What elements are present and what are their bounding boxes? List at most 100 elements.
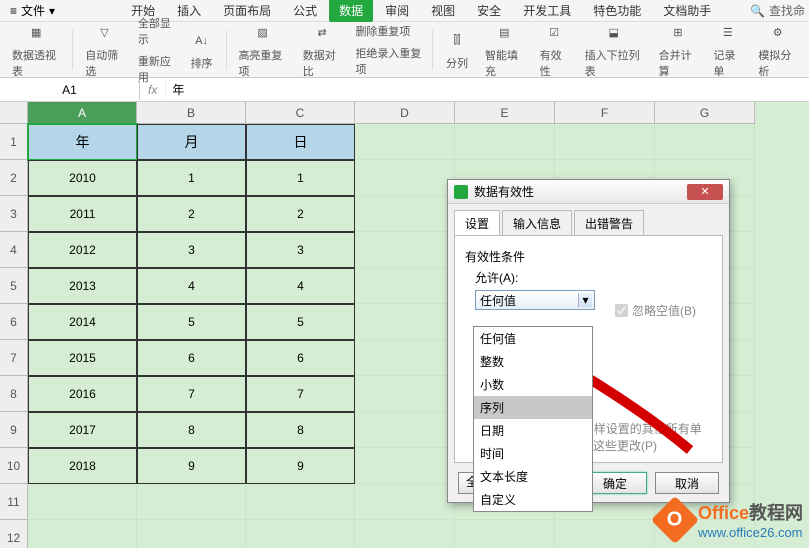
dialog-tab-0[interactable]: 设置	[454, 210, 500, 236]
cell-A1[interactable]: 年	[28, 124, 137, 160]
row-header-6[interactable]: 6	[0, 304, 28, 340]
cell-D3[interactable]	[355, 196, 455, 232]
cell-C3[interactable]: 2	[246, 196, 355, 232]
cell-B10[interactable]: 9	[137, 448, 246, 484]
validity-button[interactable]: ☑ 有效性	[534, 21, 575, 79]
cell-A11[interactable]	[28, 484, 137, 520]
delete-duplicates-button[interactable]: 删除重复项	[351, 21, 426, 41]
cell-D10[interactable]	[355, 448, 455, 484]
row-header-10[interactable]: 10	[0, 448, 28, 484]
ribbon-tab-6[interactable]: 视图	[421, 0, 465, 22]
cell-D9[interactable]	[355, 412, 455, 448]
column-header-E[interactable]: E	[455, 102, 555, 124]
allow-option-2[interactable]: 小数	[474, 373, 592, 396]
cell-B9[interactable]: 8	[137, 412, 246, 448]
cell-A6[interactable]: 2014	[28, 304, 137, 340]
cell-C12[interactable]	[246, 520, 355, 548]
cell-F12[interactable]	[555, 520, 655, 548]
allow-option-4[interactable]: 日期	[474, 419, 592, 442]
cell-C10[interactable]: 9	[246, 448, 355, 484]
cell-B11[interactable]	[137, 484, 246, 520]
highlight-duplicates-button[interactable]: ▧ 高亮重复项	[232, 21, 292, 79]
cell-B12[interactable]	[137, 520, 246, 548]
allow-option-5[interactable]: 时间	[474, 442, 592, 465]
row-header-11[interactable]: 11	[0, 484, 28, 520]
cell-A10[interactable]: 2018	[28, 448, 137, 484]
cell-B7[interactable]: 6	[137, 340, 246, 376]
row-header-2[interactable]: 2	[0, 160, 28, 196]
column-header-A[interactable]: A	[28, 102, 137, 124]
cell-D2[interactable]	[355, 160, 455, 196]
smart-fill-button[interactable]: ▤ 智能填充	[479, 21, 530, 79]
ribbon-tab-3[interactable]: 公式	[283, 0, 327, 22]
column-header-F[interactable]: F	[555, 102, 655, 124]
row-header-8[interactable]: 8	[0, 376, 28, 412]
cell-E12[interactable]	[455, 520, 555, 548]
allow-option-6[interactable]: 文本长度	[474, 465, 592, 488]
dialog-tab-1[interactable]: 输入信息	[502, 210, 572, 236]
sort-button[interactable]: A↓ 排序	[184, 29, 220, 71]
allow-option-7[interactable]: 自定义	[474, 488, 592, 511]
allow-select[interactable]: 任何值 ▾	[475, 290, 595, 310]
cell-C9[interactable]: 8	[246, 412, 355, 448]
row-header-9[interactable]: 9	[0, 412, 28, 448]
pivot-table-button[interactable]: ▦ 数据透视表	[6, 21, 66, 79]
insert-dropdown-button[interactable]: ⬓ 插入下拉列表	[579, 21, 649, 79]
data-compare-button[interactable]: ⇄ 数据对比	[297, 21, 348, 79]
cell-F1[interactable]	[555, 124, 655, 160]
cell-C8[interactable]: 7	[246, 376, 355, 412]
close-button[interactable]: ✕	[687, 184, 723, 200]
cell-D7[interactable]	[355, 340, 455, 376]
autofilter-button[interactable]: ▽ 自动筛选	[79, 21, 130, 79]
ribbon-tab-4[interactable]: 数据	[329, 0, 373, 22]
record-form-button[interactable]: ☰ 记录单	[707, 21, 748, 79]
cell-A4[interactable]: 2012	[28, 232, 137, 268]
column-header-D[interactable]: D	[355, 102, 455, 124]
cell-A9[interactable]: 2017	[28, 412, 137, 448]
column-header-B[interactable]: B	[137, 102, 246, 124]
ribbon-tab-10[interactable]: 文档助手	[653, 0, 721, 22]
allow-option-1[interactable]: 整数	[474, 350, 592, 373]
cell-B6[interactable]: 5	[137, 304, 246, 340]
ribbon-tab-7[interactable]: 安全	[467, 0, 511, 22]
search-box[interactable]: 🔍 查找命	[750, 2, 805, 19]
ribbon-tab-9[interactable]: 特色功能	[583, 0, 651, 22]
column-header-C[interactable]: C	[246, 102, 355, 124]
cell-C5[interactable]: 4	[246, 268, 355, 304]
row-header-1[interactable]: 1	[0, 124, 28, 160]
row-header-4[interactable]: 4	[0, 232, 28, 268]
row-header-5[interactable]: 5	[0, 268, 28, 304]
dialog-titlebar[interactable]: 数据有效性 ✕	[448, 180, 729, 204]
cell-C4[interactable]: 3	[246, 232, 355, 268]
cell-C7[interactable]: 6	[246, 340, 355, 376]
ribbon-tab-5[interactable]: 审阅	[375, 0, 419, 22]
cell-B3[interactable]: 2	[137, 196, 246, 232]
cell-B2[interactable]: 1	[137, 160, 246, 196]
cell-B4[interactable]: 3	[137, 232, 246, 268]
reject-duplicate-entry-button[interactable]: 拒绝录入重复项	[351, 43, 426, 79]
cell-A12[interactable]	[28, 520, 137, 548]
cell-A2[interactable]: 2010	[28, 160, 137, 196]
ribbon-tab-8[interactable]: 开发工具	[513, 0, 581, 22]
fx-icon[interactable]: fx	[140, 83, 165, 97]
cell-A7[interactable]: 2015	[28, 340, 137, 376]
column-header-G[interactable]: G	[655, 102, 755, 124]
cell-D11[interactable]	[355, 484, 455, 520]
file-menu[interactable]: ≡ 文件 ▾	[4, 2, 61, 19]
cell-D1[interactable]	[355, 124, 455, 160]
cell-C2[interactable]: 1	[246, 160, 355, 196]
cell-D8[interactable]	[355, 376, 455, 412]
cell-D4[interactable]	[355, 232, 455, 268]
row-header-7[interactable]: 7	[0, 340, 28, 376]
cell-D5[interactable]	[355, 268, 455, 304]
cell-D6[interactable]	[355, 304, 455, 340]
cell-B1[interactable]: 月	[137, 124, 246, 160]
text-to-columns-button[interactable]: ⫿⫿ 分列	[439, 29, 475, 71]
cell-C6[interactable]: 5	[246, 304, 355, 340]
cell-G1[interactable]	[655, 124, 755, 160]
what-if-button[interactable]: ⚙ 模拟分析	[752, 21, 803, 79]
ignore-blank-checkbox[interactable]: 忽略空值(B)	[615, 302, 696, 319]
row-header-3[interactable]: 3	[0, 196, 28, 232]
ribbon-tab-2[interactable]: 页面布局	[213, 0, 281, 22]
select-all-corner[interactable]	[0, 102, 28, 124]
